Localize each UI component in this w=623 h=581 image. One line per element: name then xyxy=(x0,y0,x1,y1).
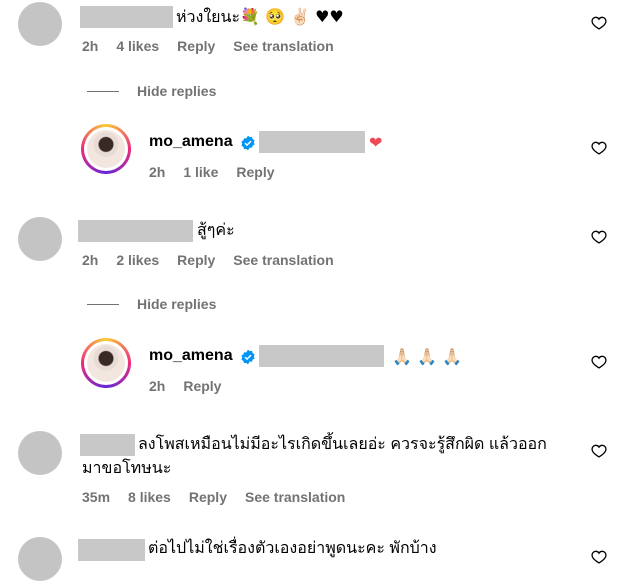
commenter-avatar[interactable] xyxy=(18,537,62,581)
redacted-username xyxy=(78,539,145,561)
comment-meta: 2h 2 likes Reply See translation xyxy=(82,252,352,268)
comment-text-continued: มาขอโทษนะ xyxy=(82,460,172,477)
reply-time: 2h xyxy=(149,378,166,394)
reply-text: ❤ xyxy=(369,133,383,152)
comment-text: ต่อไปไม่ใช่เรื่องตัวเองอย่าพูดนะคะ พักบ้… xyxy=(148,540,437,557)
heart-icon[interactable] xyxy=(591,15,607,31)
heart-icon[interactable] xyxy=(591,549,607,565)
reply-meta: 2h 1 like Reply xyxy=(149,164,293,180)
likes-count[interactable]: 1 like xyxy=(183,164,218,180)
hide-replies-line xyxy=(87,91,119,92)
redacted-username xyxy=(80,434,135,456)
verified-badge-icon xyxy=(241,349,255,365)
comment-meta: 35m 8 likes Reply See translation xyxy=(82,489,363,505)
comment-text: ห่วงใยนะ💐 🥺 ✌🏻 ♥♥ xyxy=(176,7,344,26)
redacted-username xyxy=(80,6,173,28)
comment-text: สู้ๆค่ะ xyxy=(197,222,235,239)
comment-time: 35m xyxy=(82,489,111,505)
comment-time: 2h xyxy=(82,38,99,54)
reply-username[interactable]: mo_amena xyxy=(149,133,233,151)
reply-time: 2h xyxy=(149,164,166,180)
redacted-mention xyxy=(259,131,365,153)
likes-count[interactable]: 8 likes xyxy=(128,489,171,505)
comment-text: ลงโพสเหมือนไม่มีอะไรเกิดขึ้นเลยอ่ะ ควรจะ… xyxy=(138,436,547,453)
reply-username[interactable]: mo_amena xyxy=(149,347,233,365)
hide-replies-line xyxy=(87,304,119,305)
comment-meta: 2h 4 likes Reply See translation xyxy=(82,38,352,54)
heart-icon[interactable] xyxy=(591,354,607,370)
reply-text: 🙏🏻 🙏🏻 🙏🏻 xyxy=(392,347,462,366)
commenter-avatar[interactable] xyxy=(18,2,62,46)
verified-badge-icon xyxy=(241,135,255,151)
hide-replies-button[interactable]: Hide replies xyxy=(137,296,216,312)
reply-button[interactable]: Reply xyxy=(177,38,215,54)
reply-avatar[interactable] xyxy=(81,124,131,174)
reply-button[interactable]: Reply xyxy=(236,164,274,180)
heart-icon[interactable] xyxy=(591,229,607,245)
comment-time: 2h xyxy=(82,252,99,268)
see-translation-button[interactable]: See translation xyxy=(233,38,333,54)
see-translation-button[interactable]: See translation xyxy=(245,489,345,505)
reply-button[interactable]: Reply xyxy=(183,378,221,394)
commenter-avatar[interactable] xyxy=(18,431,62,475)
hide-replies-button[interactable]: Hide replies xyxy=(137,83,216,99)
heart-icon[interactable] xyxy=(591,140,607,156)
reply-button[interactable]: Reply xyxy=(177,252,215,268)
commenter-avatar[interactable] xyxy=(18,217,62,261)
reply-meta: 2h Reply xyxy=(149,378,239,394)
reply-button[interactable]: Reply xyxy=(189,489,227,505)
reply-avatar[interactable] xyxy=(81,338,131,388)
likes-count[interactable]: 2 likes xyxy=(116,252,159,268)
redacted-mention xyxy=(259,345,384,367)
see-translation-button[interactable]: See translation xyxy=(233,252,333,268)
heart-icon[interactable] xyxy=(591,443,607,459)
likes-count[interactable]: 4 likes xyxy=(116,38,159,54)
redacted-username xyxy=(78,220,193,242)
